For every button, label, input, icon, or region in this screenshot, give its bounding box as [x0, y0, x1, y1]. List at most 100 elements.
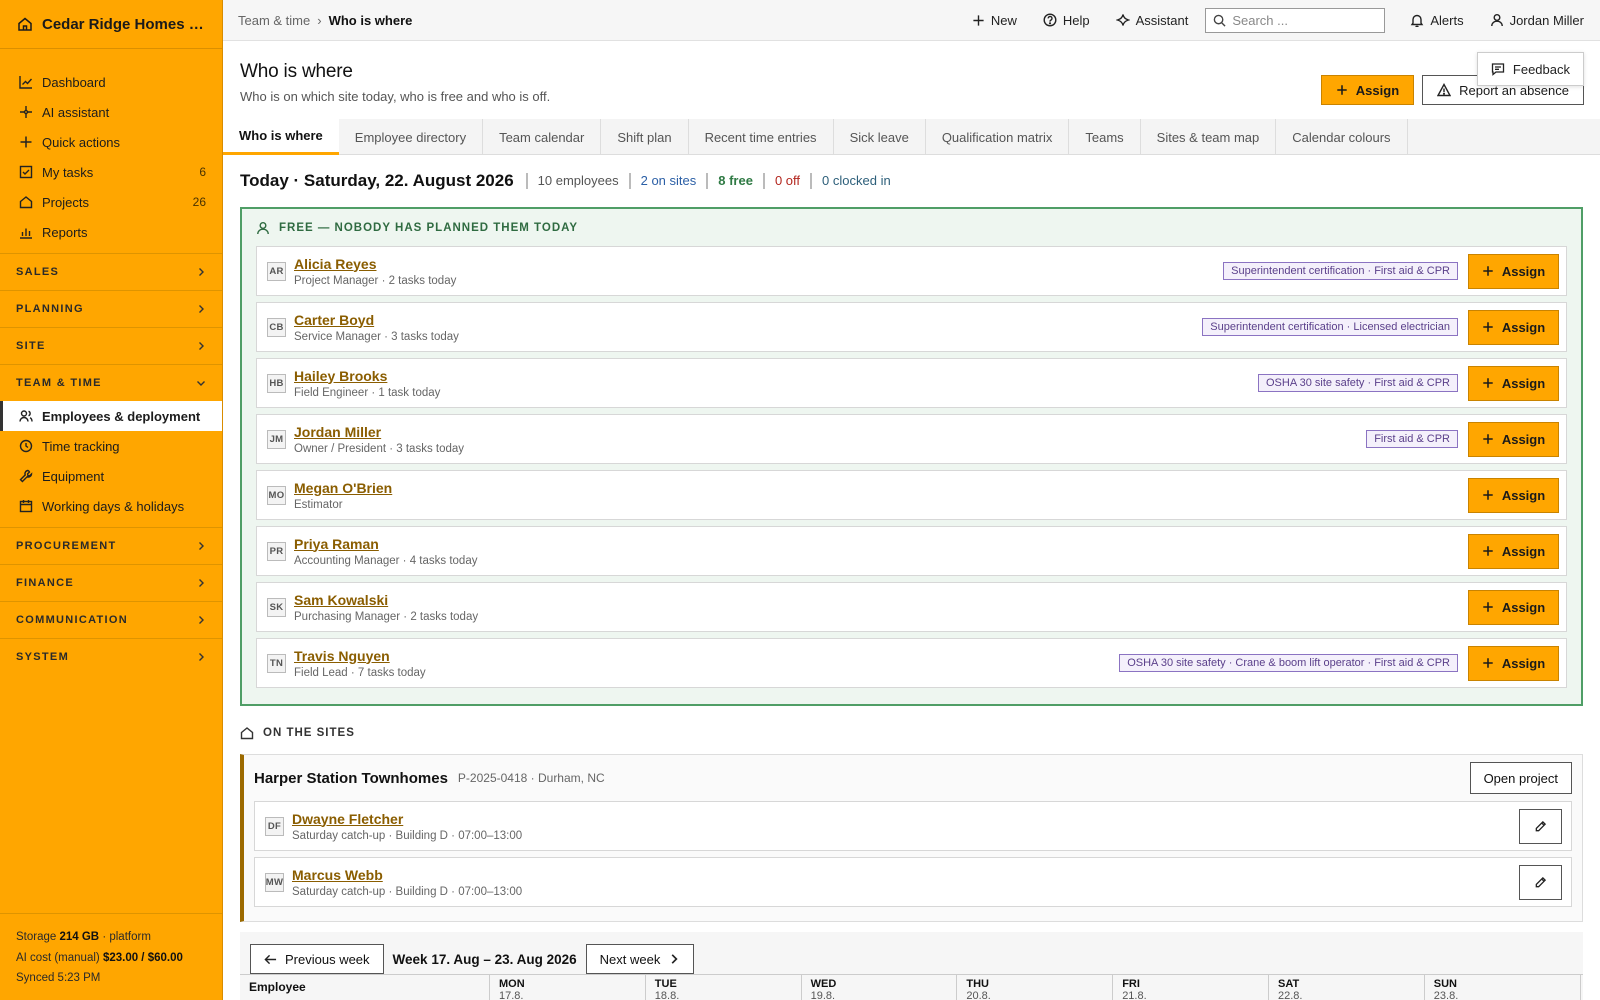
sidebar-item-label: Equipment [42, 468, 105, 484]
sidebar-section-system[interactable]: SYSTEM [0, 638, 222, 675]
sidebar-item-projects[interactable]: Projects 26 [0, 187, 222, 217]
employee-name-link[interactable]: Megan O'Brien [294, 480, 1468, 496]
bell-icon [1410, 13, 1424, 27]
alerts-button[interactable]: Alerts [1397, 13, 1476, 28]
open-project-button[interactable]: Open project [1469, 762, 1572, 794]
sidebar-section-planning[interactable]: PLANNING [0, 290, 222, 327]
assign-employee-button[interactable]: Assign [1468, 365, 1559, 401]
search-input[interactable] [1232, 12, 1373, 28]
assign-employee-button[interactable]: Assign [1468, 645, 1559, 681]
help-button[interactable]: Help [1030, 13, 1103, 28]
new-button[interactable]: New [959, 13, 1030, 28]
on-sites-count[interactable]: 2 on sites [628, 173, 707, 189]
day-column-header: SAT 22.8. [1269, 975, 1425, 1000]
tab-sick-leave[interactable]: Sick leave [834, 119, 926, 155]
help-icon [1043, 13, 1057, 27]
employee-count: 10 employees [525, 173, 629, 189]
employee-info: Travis Nguyen Field Lead · 7 tasks today [294, 648, 1119, 679]
assign-employee-button[interactable]: Assign [1468, 477, 1559, 513]
sidebar-item-my-tasks[interactable]: My tasks 6 [0, 157, 222, 187]
user-menu[interactable]: Jordan Miller [1477, 13, 1584, 28]
employee-meta: Field Lead · 7 tasks today [294, 666, 426, 679]
sidebar-section-sales[interactable]: SALES [0, 253, 222, 290]
sidebar-footer: Storage 214 GB · platform AI cost (manua… [0, 913, 222, 1000]
avatar: MW [265, 872, 284, 892]
free-employee-row: HB Hailey Brooks Field Engineer · 1 task t… [256, 358, 1567, 408]
task-count: 6 [199, 165, 206, 179]
employee-name-link[interactable]: Jordan Miller [294, 424, 1366, 440]
edit-assignment-button[interactable] [1519, 808, 1562, 844]
tab-who-is-where[interactable]: Who is where [223, 119, 339, 155]
worker-meta: Saturday catch-up · Building D · 07:00–1… [292, 885, 523, 898]
employee-name-link[interactable]: Priya Raman [294, 536, 1468, 552]
employee-info: Sam Kowalski Purchasing Manager · 2 tasks… [294, 592, 1468, 623]
assistant-button[interactable]: Assistant [1103, 13, 1202, 28]
employee-name-link[interactable]: Sam Kowalski [294, 592, 1468, 608]
sidebar-item-working-days[interactable]: Working days & holidays [0, 491, 222, 521]
tab-qualification-matrix[interactable]: Qualification matrix [926, 119, 1070, 155]
plus-icon [19, 135, 33, 149]
tab-teams[interactable]: Teams [1069, 119, 1141, 155]
breadcrumb-parent[interactable]: Team & time [238, 13, 310, 28]
employee-name-link[interactable]: Carter Boyd [294, 312, 1202, 328]
employee-name-link[interactable]: Travis Nguyen [294, 648, 1119, 664]
plus-icon [1482, 489, 1494, 501]
sidebar-item-equipment[interactable]: Equipment [0, 461, 222, 491]
tab-team-calendar[interactable]: Team calendar [483, 119, 602, 155]
storage-info: Storage 214 GB · platform [16, 931, 151, 943]
employee-name-link[interactable]: Hailey Brooks [294, 368, 1258, 384]
previous-week-button[interactable]: Previous week [250, 944, 384, 974]
tab-shift-plan[interactable]: Shift plan [601, 119, 689, 155]
worker-meta: Saturday catch-up · Building D · 07:00–1… [292, 829, 523, 842]
sidebar-section-communication[interactable]: COMMUNICATION [0, 601, 222, 638]
sidebar-section-procurement[interactable]: PROCUREMENT [0, 527, 222, 564]
arrow-left-icon [264, 953, 277, 966]
assign-employee-button[interactable]: Assign [1468, 253, 1559, 289]
day-column-header: WED 19.8. [802, 975, 958, 1000]
assign-employee-button[interactable]: Assign [1468, 533, 1559, 569]
sidebar-item-time-tracking[interactable]: Time tracking [0, 431, 222, 461]
sidebar-item-dashboard[interactable]: Dashboard [0, 67, 222, 97]
sidebar-section-finance[interactable]: FINANCE [0, 564, 222, 601]
sidebar-section-site[interactable]: SITE [0, 327, 222, 364]
next-week-button[interactable]: Next week [585, 944, 695, 974]
employee-info: Hailey Brooks Field Engineer · 1 task tod… [294, 368, 1258, 399]
sidebar-item-label: Quick actions [42, 134, 121, 150]
free-employee-row: AR Alicia Reyes Project Manager · 2 tasks … [256, 246, 1567, 296]
week-grid-header: Employee MON 17.8. TUE 18.8. WED 19.8. THU 20.8… [240, 974, 1583, 1000]
tab-sites-team-map[interactable]: Sites & team map [1141, 119, 1277, 155]
users-icon [19, 409, 33, 423]
sidebar-item-label: Projects [42, 194, 89, 210]
sidebar-item-reports[interactable]: Reports [0, 217, 222, 247]
tab-calendar-colours[interactable]: Calendar colours [1276, 119, 1408, 155]
worker-name-link[interactable]: Dwayne Fletcher [292, 811, 1519, 827]
search-box[interactable] [1205, 7, 1386, 33]
free-count[interactable]: 8 free [706, 173, 763, 189]
employee-info: Alicia Reyes Project Manager · 2 tasks to… [294, 256, 1223, 287]
worker-name-link[interactable]: Marcus Webb [292, 867, 1519, 883]
clocked-in-count[interactable]: 0 clocked in [810, 173, 901, 189]
assign-employee-button[interactable]: Assign [1468, 309, 1559, 345]
assign-employee-button[interactable]: Assign [1468, 589, 1559, 625]
off-count[interactable]: 0 off [762, 173, 810, 189]
sidebar-item-ai-assistant[interactable]: AI assistant [0, 97, 222, 127]
assign-button[interactable]: Assign [1320, 75, 1415, 105]
assign-employee-button[interactable]: Assign [1468, 421, 1559, 457]
sidebar-item-quick-actions[interactable]: Quick actions [0, 127, 222, 157]
site-header: Harper Station Townhomes P-2025-0418 · D… [254, 755, 1572, 801]
free-employee-row: CB Carter Boyd Service Manager · 3 tasks t… [256, 302, 1567, 352]
feedback-button[interactable]: Feedback [1476, 52, 1584, 86]
brand[interactable]: Cedar Ridge Homes LLC [0, 0, 222, 49]
tab-recent-time-entries[interactable]: Recent time entries [689, 119, 834, 155]
edit-assignment-button[interactable] [1519, 864, 1562, 900]
worker-info: Dwayne Fletcher Saturday catch-up · Build… [292, 811, 1519, 842]
employee-meta: Field Engineer · 1 task today [294, 386, 441, 399]
chevron-right-icon [196, 578, 206, 588]
qualification-badge: Superintendent certification · Licensed … [1202, 318, 1458, 336]
employee-name-link[interactable]: Alicia Reyes [294, 256, 1223, 272]
tab-employee-directory[interactable]: Employee directory [339, 119, 484, 155]
sidebar-item-employees-deployment[interactable]: Employees & deployment [0, 401, 222, 431]
sidebar-section-team-time[interactable]: TEAM & TIME [0, 364, 222, 401]
free-employee-list: AR Alicia Reyes Project Manager · 2 tasks … [256, 246, 1567, 688]
avatar: MO [267, 485, 286, 505]
